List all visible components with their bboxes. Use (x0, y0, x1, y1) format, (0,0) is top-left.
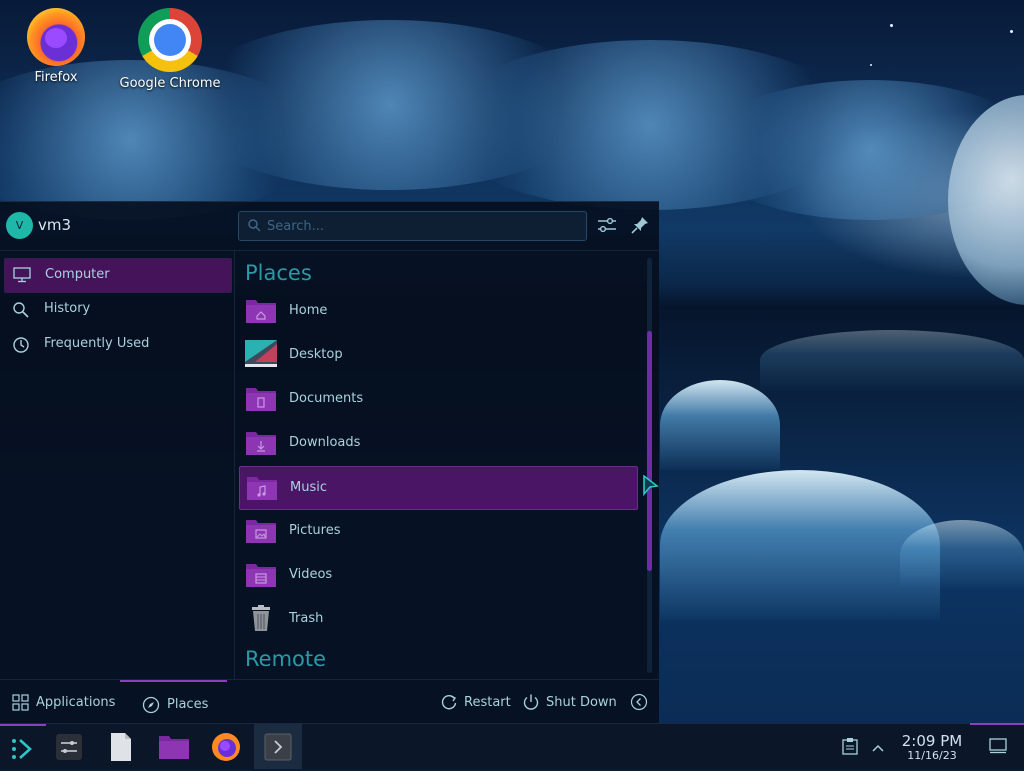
show-desktop-icon (989, 738, 1007, 754)
clipboard-tray-button[interactable] (842, 737, 858, 759)
system-settings-icon (56, 734, 82, 760)
place-item-downloads[interactable]: Downloads (239, 422, 636, 464)
restart-icon (440, 693, 458, 715)
app-launcher-button[interactable] (0, 724, 46, 771)
chevron-up-icon (872, 744, 884, 752)
place-item-trash[interactable]: Trash (239, 598, 636, 640)
place-item-documents[interactable]: Documents (239, 378, 636, 420)
place-item-videos[interactable]: Videos (239, 554, 636, 596)
place-item-pictures[interactable]: Pictures (239, 510, 636, 552)
tab-applications[interactable]: Applications (0, 680, 116, 724)
avatar[interactable]: V (6, 212, 33, 239)
power-icon (522, 693, 540, 715)
desktop-icon-firefox[interactable]: Firefox (0, 8, 112, 85)
launcher-logo-icon (12, 739, 32, 759)
monitor-icon (13, 267, 31, 287)
document-icon (111, 733, 131, 761)
configure-button[interactable] (596, 214, 618, 236)
desktop-icon (245, 340, 277, 372)
firefox-icon (212, 733, 240, 761)
place-item-home[interactable]: Home (239, 290, 636, 332)
folder-documents-icon (245, 384, 277, 416)
places-content: Places Home Desktop Documents Downloads (235, 251, 659, 679)
pin-icon (631, 217, 648, 234)
launcher-header: V vm3 (0, 202, 659, 251)
clock-date: 11/16/23 (907, 749, 957, 762)
search-box[interactable] (238, 211, 587, 241)
launcher-footer: Applications Places Restart Shut Down (0, 679, 659, 724)
trash-icon (245, 604, 277, 636)
active-indicator (970, 723, 1024, 725)
folder-downloads-icon (245, 428, 277, 460)
digital-clock[interactable]: 2:09 PM 11/16/23 (896, 732, 968, 762)
folder-videos-icon (245, 560, 277, 592)
application-launcher: V vm3 Co (0, 201, 659, 723)
magnifier-icon (12, 301, 30, 323)
desktop-icon-google-chrome[interactable]: Google Chrome (114, 8, 226, 91)
taskbar: 2:09 PM 11/16/23 (0, 723, 1024, 769)
clipboard-icon (842, 738, 858, 755)
search-icon (247, 217, 261, 236)
scrollbar-thumb[interactable] (647, 331, 652, 571)
compass-icon (142, 696, 160, 718)
taskbar-firefox[interactable] (203, 724, 249, 769)
terminal-icon (264, 733, 292, 761)
chevron-left-circle-icon (630, 693, 648, 715)
search-input[interactable] (265, 215, 579, 237)
shut-down-button[interactable]: Shut Down (520, 680, 617, 724)
show-hidden-icons-button[interactable] (871, 739, 885, 758)
clock-time: 2:09 PM (901, 732, 963, 750)
folder-pictures-icon (245, 516, 277, 548)
mouse-cursor-icon (643, 475, 659, 497)
sliders-icon (598, 217, 616, 233)
restart-button[interactable]: Restart (438, 680, 512, 724)
taskbar-text-editor[interactable] (99, 724, 145, 769)
section-title-places: Places (245, 261, 312, 285)
username: vm3 (38, 216, 72, 234)
peek-desktop-button[interactable] (989, 738, 1007, 758)
taskbar-system-settings[interactable] (46, 724, 92, 769)
folder-icon (159, 736, 189, 759)
sidebar-item-history[interactable]: History (4, 293, 230, 326)
folder-music-icon (246, 473, 278, 505)
taskbar-terminal[interactable] (254, 724, 302, 769)
leave-more-button[interactable] (628, 680, 650, 724)
launcher-sidebar: Computer History Frequently Used (0, 251, 235, 679)
place-item-desktop[interactable]: Desktop (239, 334, 636, 376)
place-item-music[interactable]: Music (239, 466, 638, 510)
sidebar-item-computer[interactable]: Computer (4, 258, 232, 293)
firefox-icon (27, 8, 85, 66)
pin-button[interactable] (629, 214, 651, 236)
chrome-icon (138, 8, 202, 72)
tab-places[interactable]: Places (120, 680, 227, 726)
folder-home-icon (245, 296, 277, 328)
section-title-remote: Remote (245, 647, 327, 671)
taskbar-file-manager[interactable] (151, 724, 197, 769)
grid-icon (12, 694, 29, 715)
sidebar-item-frequently-used[interactable]: Frequently Used (4, 328, 230, 361)
clock-icon (12, 336, 30, 358)
